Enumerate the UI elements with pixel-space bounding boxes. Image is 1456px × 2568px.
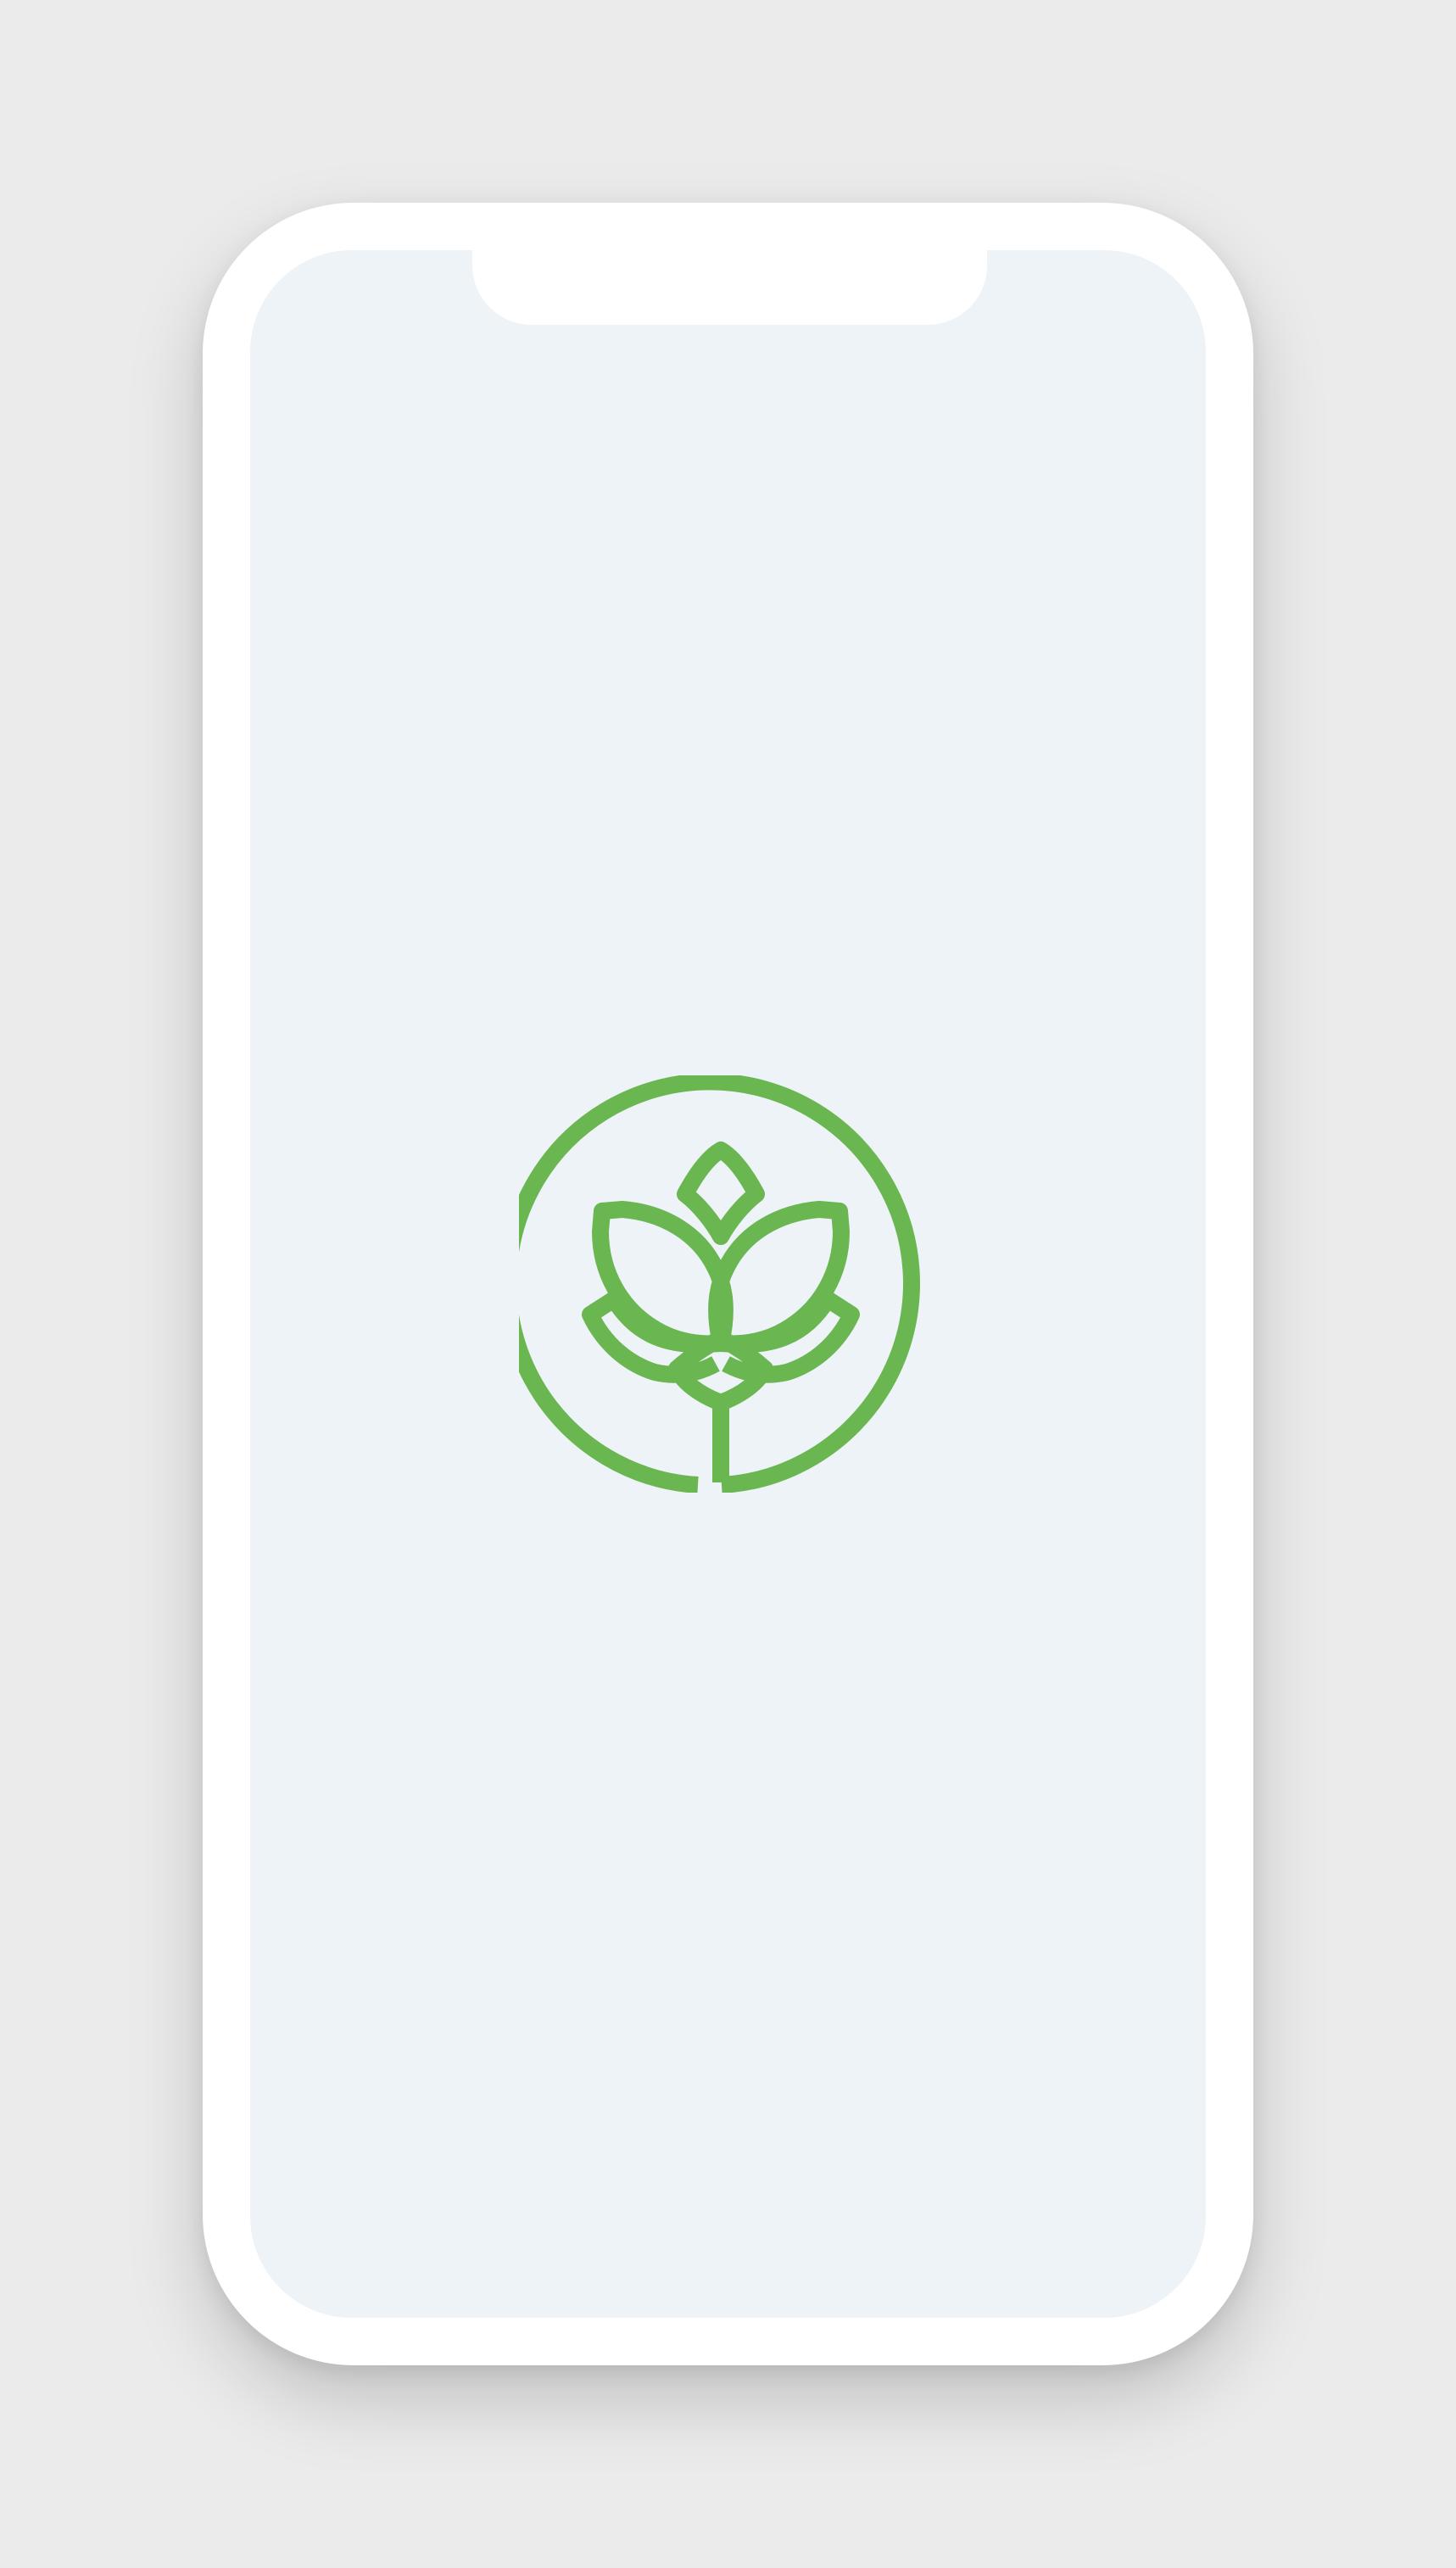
- app-logo: [519, 1075, 936, 1493]
- lotus-flower-icon: [519, 1075, 920, 1493]
- phone-notch: [472, 250, 987, 325]
